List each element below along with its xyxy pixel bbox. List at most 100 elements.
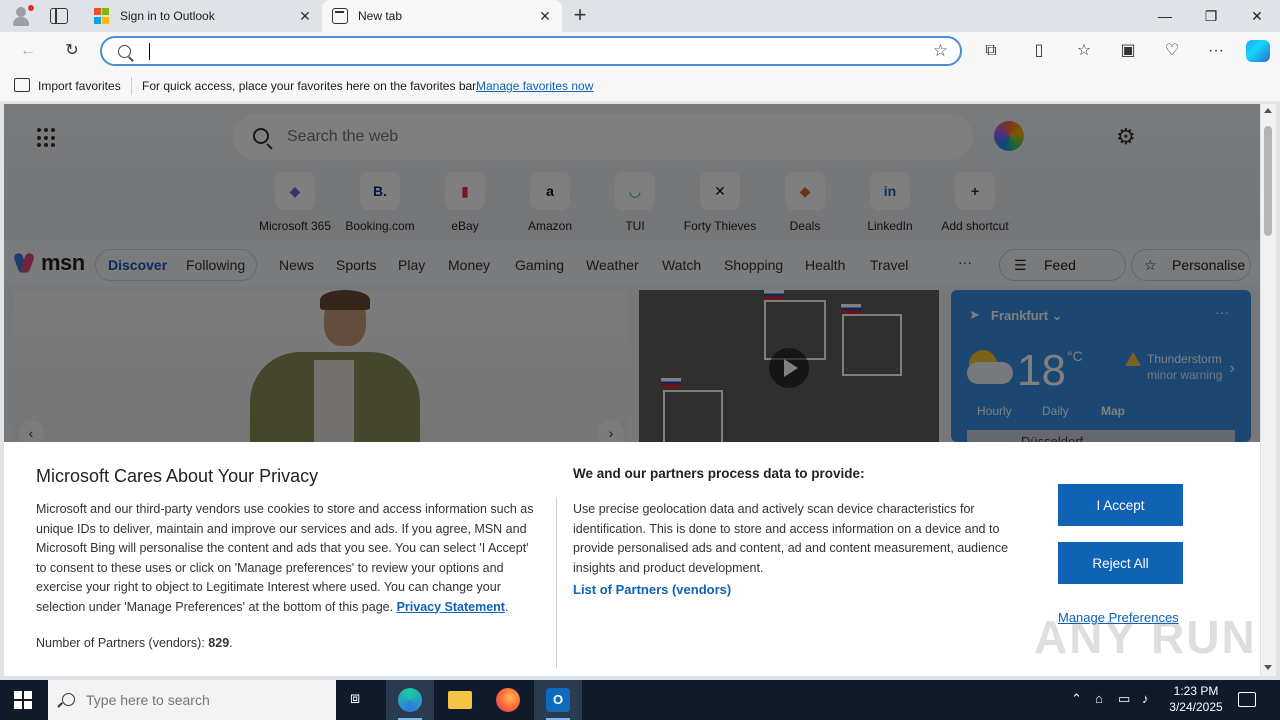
msn-logo[interactable]: msn (12, 250, 85, 276)
import-favorites-button[interactable]: Import favorites (38, 79, 121, 93)
system-clock[interactable]: 1:23 PM 3/24/2025 (1160, 683, 1232, 715)
device-icon[interactable]: ⌂ (1095, 691, 1103, 706)
hero-card[interactable]: ‹ › (14, 290, 628, 442)
shortcut-tile[interactable]: in LinkedIn (848, 172, 932, 233)
browser-essentials-icon[interactable]: ♡ (1158, 38, 1186, 64)
nav-travel[interactable]: Travel (870, 257, 908, 273)
list-of-partners-link[interactable]: List of Partners (vendors) (573, 582, 731, 597)
address-input[interactable] (148, 42, 908, 62)
import-favorites-icon[interactable] (14, 78, 30, 92)
profile-avatar-icon[interactable] (10, 5, 34, 27)
weather-map[interactable]: Düsseldorf (967, 430, 1235, 442)
chevron-right-icon[interactable]: › (1230, 360, 1235, 378)
reject-all-button[interactable]: Reject All (1058, 542, 1183, 584)
settings-more-icon[interactable]: ··· (1202, 38, 1230, 64)
start-button[interactable] (14, 691, 32, 709)
video-card[interactable] (639, 290, 939, 442)
shortcut-tile[interactable]: ✕ Forty Thieves (678, 172, 762, 233)
task-view-button[interactable]: ⧈ (336, 680, 384, 720)
shortcut-icon: ✕ (700, 172, 740, 210)
video-thumbnail-detail (842, 314, 902, 376)
ntp-header: ⚙ ◆ Microsoft 365 B. Booking.com ▮ eBay a Amazo… (4, 104, 1260, 240)
gear-icon[interactable]: ⚙ (1116, 124, 1136, 150)
weather-location[interactable]: Frankfurt ⌄ (991, 308, 1063, 324)
weather-tab-map[interactable]: Map (1101, 404, 1125, 418)
partners-count-value: 829 (208, 636, 230, 650)
web-search-box[interactable] (233, 114, 973, 160)
taskbar-search-input[interactable] (86, 690, 316, 710)
restore-button[interactable]: ❐ (1188, 0, 1234, 32)
notifications-icon[interactable] (1238, 692, 1256, 707)
shortcut-tile[interactable]: ◆ Microsoft 365 (253, 172, 337, 233)
extensions-icon[interactable]: ⧉ (977, 38, 1005, 64)
scrollbar-thumb[interactable] (1264, 126, 1272, 236)
minimize-button[interactable]: — (1142, 0, 1188, 32)
taskbar-outlook[interactable]: O (534, 680, 582, 720)
tab-following[interactable]: Following (186, 257, 245, 273)
weather-more-icon[interactable]: ··· (1215, 304, 1229, 320)
play-icon[interactable] (769, 348, 809, 388)
taskbar-firefox[interactable] (484, 680, 532, 720)
tab-discover[interactable]: Discover (108, 257, 167, 273)
volume-icon[interactable]: ♪ (1142, 691, 1149, 706)
privacy-statement-link[interactable]: Privacy Statement (397, 600, 505, 614)
nav-sports[interactable]: Sports (336, 257, 376, 273)
scroll-down-arrow-icon[interactable] (1264, 665, 1272, 670)
collections-icon[interactable]: ▣ (1114, 38, 1142, 64)
shortcut-tile[interactable]: ▮ eBay (423, 172, 507, 233)
tab-actions-menu-icon[interactable] (50, 8, 68, 24)
nav-shopping[interactable]: Shopping (724, 257, 783, 273)
shortcut-tile[interactable]: a Amazon (508, 172, 592, 233)
chevron-up-icon[interactable]: ⌃ (1071, 691, 1082, 707)
shortcut-tile[interactable]: B. Booking.com (338, 172, 422, 233)
manage-favorites-link[interactable]: Manage favorites now (476, 79, 593, 93)
favorites-icon[interactable]: ☆ (1070, 38, 1098, 64)
weather-warning[interactable]: Thunderstorm minor warning (1147, 351, 1222, 383)
manage-preferences-link[interactable]: Manage Preferences (1058, 610, 1179, 625)
new-tab-button[interactable]: + (569, 4, 591, 26)
feed-layout-button[interactable]: ☰ Feed layout (999, 249, 1126, 303)
tab-new-tab[interactable]: New tab ✕ (322, 0, 562, 32)
shortcut-tile[interactable]: + Add shortcut (933, 172, 1017, 233)
taskbar-edge[interactable] (386, 680, 434, 720)
carousel-next-button[interactable]: › (598, 420, 624, 442)
nav-gaming[interactable]: Gaming (515, 257, 564, 273)
shortcut-icon: in (870, 172, 910, 210)
app-launcher-icon[interactable] (37, 128, 57, 148)
accept-button[interactable]: I Accept (1058, 484, 1183, 526)
nav-weather[interactable]: Weather (586, 257, 639, 273)
shortcut-label: Add shortcut (941, 219, 1009, 233)
favorite-star-icon[interactable]: ☆ (933, 41, 948, 61)
nav-play[interactable]: Play (398, 257, 425, 273)
shortcut-tile[interactable]: ◆ Deals (763, 172, 847, 233)
refresh-button[interactable]: ↻ (58, 38, 86, 64)
back-button[interactable]: ← (14, 38, 42, 64)
page-scrollbar[interactable] (1261, 104, 1276, 676)
personalise-button[interactable]: ☆ Personalise (1131, 249, 1251, 281)
taskbar-search[interactable] (48, 680, 336, 720)
weather-tab-hourly[interactable]: Hourly (977, 404, 1012, 418)
nav-health[interactable]: Health (805, 257, 845, 273)
split-screen-icon[interactable]: ▯ (1025, 38, 1053, 64)
copilot-icon[interactable] (1246, 40, 1270, 62)
carousel-prev-button[interactable]: ‹ (18, 420, 44, 442)
copilot-icon[interactable] (994, 121, 1024, 151)
nav-news[interactable]: News (279, 257, 314, 273)
weather-tab-daily[interactable]: Daily (1042, 404, 1069, 418)
warning-icon (1125, 352, 1141, 366)
shortcut-tile[interactable]: ◡ TUI (593, 172, 677, 233)
nav-money[interactable]: Money (448, 257, 490, 273)
web-search-input[interactable] (287, 126, 927, 148)
scroll-up-arrow-icon[interactable] (1264, 108, 1272, 113)
flag-icon (661, 378, 681, 388)
close-tab-icon[interactable]: ✕ (538, 8, 552, 25)
weather-card[interactable]: ➤ Frankfurt ⌄ ··· 18 °C Thunderstorm min… (951, 290, 1251, 442)
close-window-button[interactable]: ✕ (1234, 0, 1280, 32)
address-bar[interactable]: ☆ (100, 36, 962, 66)
network-icon[interactable]: ▭ (1118, 691, 1130, 707)
tab-outlook[interactable]: Sign in to Outlook ✕ (84, 0, 322, 32)
close-tab-icon[interactable]: ✕ (298, 8, 312, 25)
more-nav-button[interactable]: ··· (958, 254, 972, 270)
taskbar-file-explorer[interactable] (436, 680, 484, 720)
nav-watch[interactable]: Watch (662, 257, 701, 273)
